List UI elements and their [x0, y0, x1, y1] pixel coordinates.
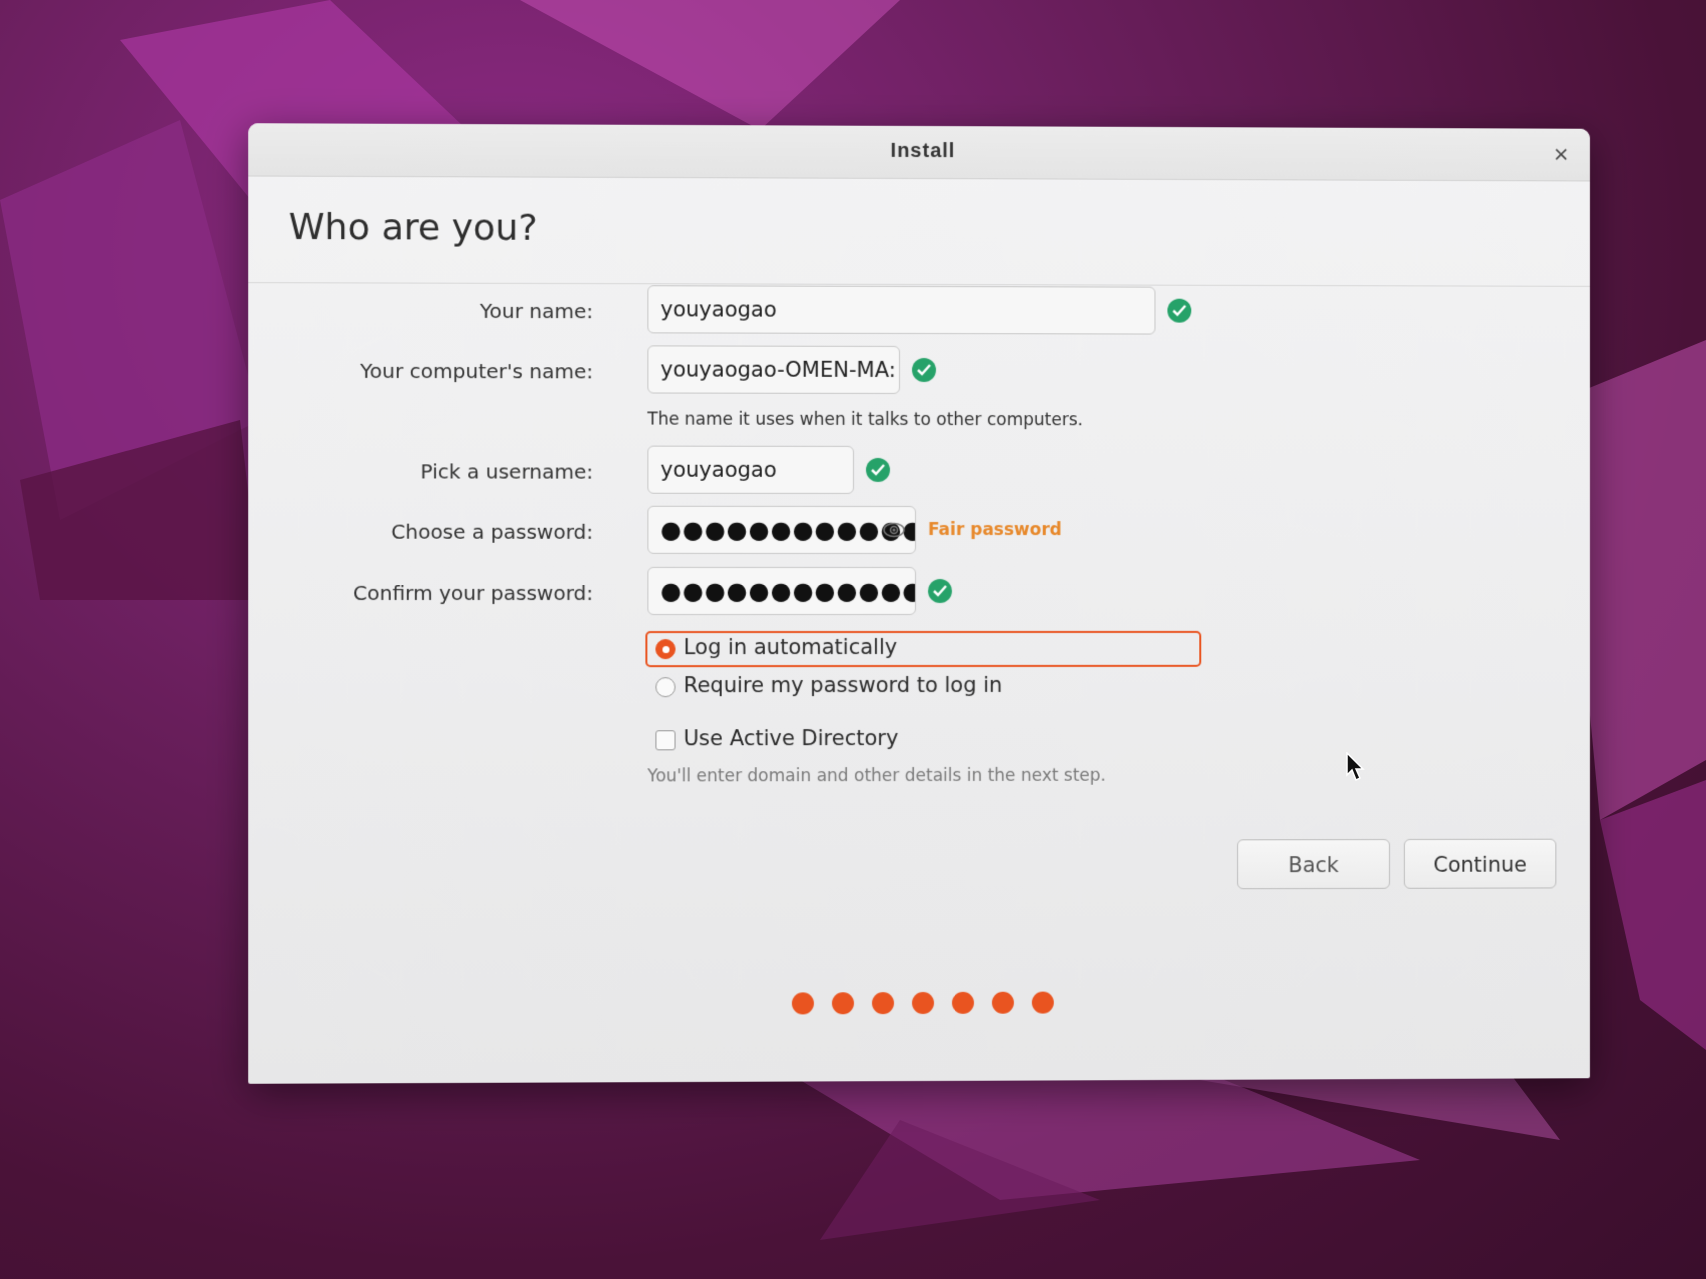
login-auto-label[interactable]: Log in automatically [684, 635, 898, 659]
name-label: Your name: [479, 298, 594, 324]
name-row: Your name: youyaogao [248, 284, 1590, 339]
title-bar: Install × [248, 123, 1590, 182]
page-header: Who are you? [248, 176, 1590, 287]
confirm-password-mask: ●●●●●●●●●●●●●● [660, 576, 917, 606]
confirm-password-field[interactable]: ●●●●●●●●●●●●●● [647, 566, 917, 616]
confirm-password-label: Confirm your password: [353, 580, 594, 606]
valid-check-icon [912, 357, 936, 383]
active-directory-label[interactable]: Use Active Directory [684, 726, 899, 750]
active-directory-checkbox[interactable] [655, 730, 676, 751]
progress-dot [791, 992, 814, 1015]
username-field[interactable]: youyaogao [647, 445, 854, 494]
computer-name-row: Your computer's name: youyaogao-OMEN-MA: [248, 344, 1590, 399]
progress-dot [1031, 991, 1054, 1014]
require-password-label[interactable]: Require my password to log in [684, 673, 1003, 697]
computer-name-label: Your computer's name: [360, 358, 594, 384]
progress-dot [871, 992, 894, 1015]
valid-check-icon [1167, 298, 1192, 323]
computer-name-field[interactable]: youyaogao-OMEN-MA: [647, 345, 901, 394]
password-label: Choose a password: [391, 519, 594, 544]
username-label: Pick a username: [420, 459, 594, 484]
progress-dot [951, 991, 974, 1014]
password-field[interactable]: ●●●●●●●●●●●● [647, 505, 917, 554]
eye-icon[interactable] [882, 519, 905, 541]
confirm-password-row: Confirm your password: ●●●●●●●●●●●●●● [248, 566, 1590, 619]
active-directory-hint: You'll enter domain and other details in… [647, 765, 1106, 787]
require-password-radio[interactable] [655, 677, 676, 698]
password-mask: ●●●●●●●●●●●● [660, 515, 917, 545]
back-button[interactable]: Back [1237, 839, 1390, 890]
progress-dot [831, 992, 854, 1015]
mouse-pointer-icon [1346, 752, 1365, 782]
login-auto-radio[interactable] [655, 639, 676, 660]
progress-indicator [248, 990, 1590, 1021]
password-row: Choose a password: ●●●●●●●●●●●● Fair pas… [248, 505, 1590, 558]
continue-button[interactable]: Continue [1403, 838, 1557, 889]
valid-check-icon [865, 457, 890, 482]
name-field[interactable]: youyaogao [647, 285, 1156, 335]
valid-check-icon [927, 579, 952, 604]
close-button[interactable]: × [1546, 139, 1576, 169]
progress-dot [912, 991, 934, 1015]
computer-name-hint: The name it uses when it talks to other … [647, 409, 1083, 431]
page-title: Who are you? [288, 206, 538, 249]
progress-dot [991, 991, 1014, 1014]
password-strength: Fair password [927, 520, 1062, 541]
username-row: Pick a username: youyaogao [248, 445, 1590, 499]
installer-window: Install × Who are you? Your name: youyao… [248, 123, 1590, 1084]
window-title: Install [890, 139, 956, 163]
